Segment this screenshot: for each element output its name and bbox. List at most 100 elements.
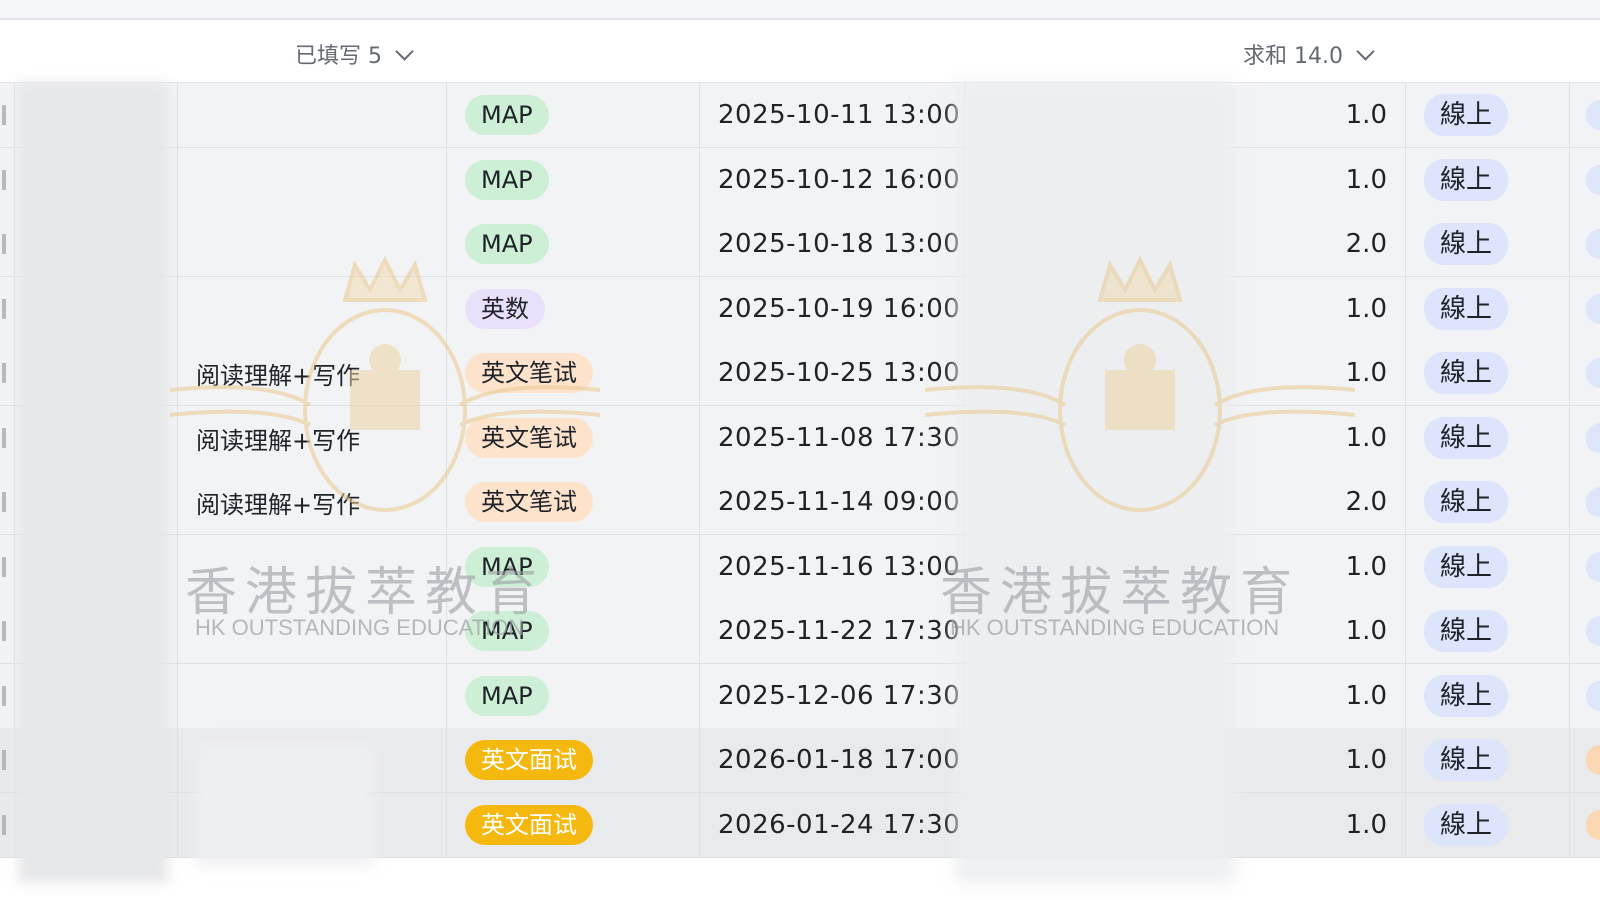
row-handle-cell[interactable] [0, 277, 15, 341]
cut-off-tag [1586, 810, 1600, 840]
mode-tag: 線上 [1424, 94, 1509, 136]
row-handle-cell[interactable] [0, 406, 15, 470]
table-row[interactable]: 阅读理解+写作 英文笔试 2025-10-25 13:00 1.0 線上 [0, 341, 1600, 406]
hours-text: 1.0 [1345, 358, 1387, 388]
filled-count-summary[interactable]: 已填写 5 [295, 38, 414, 70]
mode-cell[interactable]: 線上 [1406, 212, 1570, 276]
type-cell[interactable]: 英文面试 [447, 728, 700, 792]
row-handle-cell[interactable] [0, 664, 15, 728]
cut-off-tag [1586, 358, 1600, 388]
datetime-cell[interactable]: 2025-12-06 17:30 [700, 664, 966, 728]
table-row[interactable]: 阅读理解+写作 英文笔试 2025-11-14 09:00 2.0 線上 [0, 470, 1600, 535]
topic-cell[interactable]: 阅读理解+写作 [178, 341, 447, 405]
next-column-cell[interactable] [1570, 728, 1600, 792]
redacted-column [18, 83, 168, 883]
table-row[interactable]: MAP 2025-12-06 17:30 1.0 線上 [0, 664, 1600, 729]
datetime-cell[interactable]: 2025-10-18 13:00 [700, 212, 966, 276]
type-cell[interactable]: MAP [447, 148, 700, 212]
row-handle-icon [2, 621, 6, 641]
topic-cell[interactable] [178, 83, 447, 147]
row-handle-icon [2, 686, 6, 706]
mode-cell[interactable]: 線上 [1406, 728, 1570, 792]
topic-cell[interactable] [178, 212, 447, 276]
topic-cell[interactable] [178, 277, 447, 341]
datetime-cell[interactable]: 2026-01-18 17:00 [700, 728, 966, 792]
chevron-down-icon [395, 41, 414, 61]
row-handle-cell[interactable] [0, 793, 15, 857]
mode-cell[interactable]: 線上 [1406, 277, 1570, 341]
type-cell[interactable]: MAP [447, 83, 700, 147]
datetime-cell[interactable]: 2025-11-22 17:30 [700, 599, 966, 663]
type-cell[interactable]: 英文笔试 [447, 470, 700, 534]
mode-cell[interactable]: 線上 [1406, 599, 1570, 663]
next-column-cell[interactable] [1570, 793, 1600, 857]
type-cell[interactable]: MAP [447, 664, 700, 728]
watermark-cn: 香港拔萃教育 [185, 563, 546, 623]
table-row[interactable]: 阅读理解+写作 英文笔试 2025-11-08 17:30 1.0 線上 [0, 406, 1600, 471]
mode-tag: 線上 [1424, 546, 1509, 588]
mode-tag: 線上 [1424, 610, 1509, 652]
next-column-cell[interactable] [1570, 535, 1600, 599]
row-handle-cell[interactable] [0, 728, 15, 792]
hours-text: 1.0 [1345, 616, 1387, 646]
hours-text: 1.0 [1345, 681, 1387, 711]
row-handle-icon [2, 750, 6, 770]
next-column-cell[interactable] [1570, 148, 1600, 212]
cut-off-tag [1586, 100, 1600, 130]
topic-cell[interactable] [178, 664, 447, 728]
cut-off-tag [1586, 229, 1600, 259]
datetime-cell[interactable]: 2025-10-11 13:00 [700, 83, 966, 147]
type-cell[interactable]: 英文笔试 [447, 406, 700, 470]
mode-cell[interactable]: 線上 [1406, 470, 1570, 534]
next-column-cell[interactable] [1570, 406, 1600, 470]
mode-cell[interactable]: 線上 [1406, 535, 1570, 599]
cut-off-tag [1586, 681, 1600, 711]
datetime-cell[interactable]: 2025-10-12 16:00 [700, 148, 966, 212]
row-handle-icon [2, 815, 6, 835]
next-column-cell[interactable] [1570, 341, 1600, 405]
next-column-cell[interactable] [1570, 212, 1600, 276]
next-column-cell[interactable] [1570, 83, 1600, 147]
table-row[interactable]: 英数 2025-10-19 16:00 1.0 線上 [0, 277, 1600, 342]
row-handle-cell[interactable] [0, 212, 15, 276]
topic-cell[interactable]: 阅读理解+写作 [178, 406, 447, 470]
mode-cell[interactable]: 線上 [1406, 83, 1570, 147]
row-handle-cell[interactable] [0, 83, 15, 147]
hours-sum-summary[interactable]: 求和 14.0 [1243, 38, 1375, 70]
type-tag: MAP [465, 676, 549, 716]
next-column-cell[interactable] [1570, 470, 1600, 534]
row-handle-icon [2, 557, 6, 577]
row-handle-cell[interactable] [0, 341, 15, 405]
watermark-en: HK OUTSTANDING EDUCATION [950, 615, 1280, 640]
datetime-cell[interactable]: 2025-10-25 13:00 [700, 341, 966, 405]
mode-cell[interactable]: 線上 [1406, 793, 1570, 857]
mode-cell[interactable]: 線上 [1406, 406, 1570, 470]
row-handle-cell[interactable] [0, 470, 15, 534]
type-cell[interactable]: 英文笔试 [447, 341, 700, 405]
datetime-cell[interactable]: 2025-10-19 16:00 [700, 277, 966, 341]
type-cell[interactable]: 英数 [447, 277, 700, 341]
table-row[interactable]: MAP 2025-10-12 16:00 1.0 線上 [0, 148, 1600, 213]
row-handle-cell[interactable] [0, 599, 15, 663]
row-handle-cell[interactable] [0, 148, 15, 212]
next-column-cell[interactable] [1570, 664, 1600, 728]
next-column-cell[interactable] [1570, 277, 1600, 341]
hours-text: 2.0 [1345, 229, 1387, 259]
datetime-cell[interactable]: 2025-11-14 09:00 [700, 470, 966, 534]
mode-cell[interactable]: 線上 [1406, 664, 1570, 728]
datetime-text: 2026-01-24 17:30 [718, 810, 961, 840]
row-handle-cell[interactable] [0, 535, 15, 599]
type-cell[interactable]: 英文面试 [447, 793, 700, 857]
mode-cell[interactable]: 線上 [1406, 148, 1570, 212]
next-column-cell[interactable] [1570, 599, 1600, 663]
datetime-cell[interactable]: 2025-11-16 13:00 [700, 535, 966, 599]
table-row[interactable]: MAP 2025-10-11 13:00 1.0 線上 [0, 83, 1600, 148]
datetime-cell[interactable]: 2025-11-08 17:30 [700, 406, 966, 470]
datetime-cell[interactable]: 2026-01-24 17:30 [700, 793, 966, 857]
topic-cell[interactable]: 阅读理解+写作 [178, 470, 447, 534]
table-row[interactable]: MAP 2025-10-18 13:00 2.0 線上 [0, 212, 1600, 277]
mode-cell[interactable]: 線上 [1406, 341, 1570, 405]
summary-row: 已填写 5 求和 14.0 [0, 20, 1600, 83]
type-cell[interactable]: MAP [447, 212, 700, 276]
topic-cell[interactable] [178, 148, 447, 212]
